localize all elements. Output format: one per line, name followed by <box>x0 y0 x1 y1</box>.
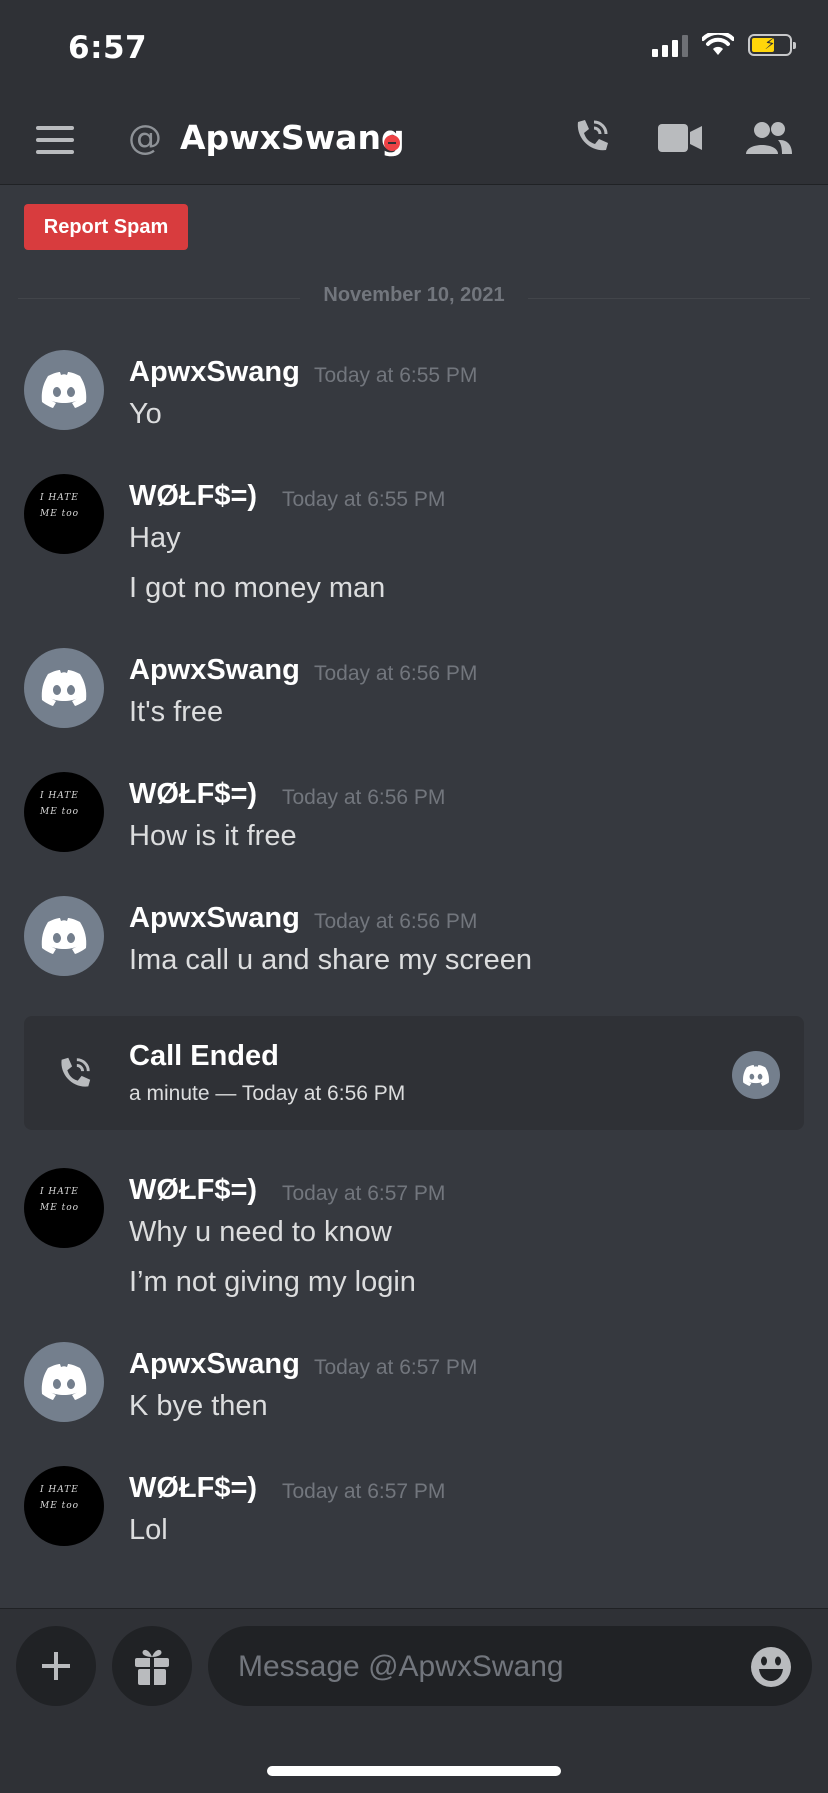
avatar[interactable] <box>24 648 104 728</box>
avatar[interactable]: I HATE ME too <box>24 1466 104 1546</box>
dnd-status-icon <box>384 135 400 151</box>
status-time: 6:57 <box>68 30 148 66</box>
message-timestamp: Today at 6:56 PM <box>282 786 446 809</box>
members-icon[interactable] <box>744 120 792 156</box>
message-text: Hay <box>129 522 181 554</box>
message-timestamp: Today at 6:55 PM <box>314 364 478 387</box>
message-timestamp: Today at 6:56 PM <box>314 662 478 685</box>
call-ended-card: Call Ended a minute — Today at 6:56 PM <box>24 1016 804 1130</box>
plus-icon <box>42 1652 70 1680</box>
message-author[interactable]: ApwxSwang <box>129 1348 300 1381</box>
avatar-text: ME too <box>40 509 80 519</box>
message-author[interactable]: ApwxSwang <box>129 902 300 935</box>
at-icon: @ <box>128 118 162 158</box>
video-call-icon[interactable] <box>658 122 702 154</box>
call-participant-avatar[interactable] <box>732 1051 780 1099</box>
message-text: Yo <box>129 398 162 430</box>
message-author[interactable]: WØŁF$=) <box>129 1174 257 1207</box>
avatar-text: ME too <box>40 1203 80 1213</box>
discord-logo-icon <box>41 1364 87 1400</box>
report-spam-button[interactable]: Report Spam <box>24 204 188 250</box>
gift-icon <box>135 1649 169 1685</box>
voice-call-icon[interactable] <box>570 116 612 158</box>
avatar-text: I HATE <box>40 791 79 801</box>
cellular-signal-icon <box>652 33 688 57</box>
avatar-text: ME too <box>40 1501 80 1511</box>
message-text: Why u need to know <box>129 1216 392 1248</box>
avatar-text: I HATE <box>40 493 79 503</box>
message-author[interactable]: ApwxSwang <box>129 356 300 389</box>
avatar-text: ME too <box>40 807 80 817</box>
message-timestamp: Today at 6:57 PM <box>282 1480 446 1503</box>
message-text: I’m not giving my login <box>129 1266 416 1298</box>
message-timestamp: Today at 6:56 PM <box>314 910 478 933</box>
add-attachment-button[interactable] <box>16 1626 96 1706</box>
message-text: Lol <box>129 1514 168 1546</box>
message-text: K bye then <box>129 1390 268 1422</box>
avatar[interactable] <box>24 350 104 430</box>
avatar[interactable] <box>24 896 104 976</box>
message-text: How is it free <box>129 820 297 852</box>
battery-charging-icon: ⚡ <box>748 34 796 56</box>
date-divider-label: November 10, 2021 <box>300 284 528 307</box>
wifi-icon <box>702 33 734 55</box>
top-bar: 6:57 ⚡ @ ApwxSwang <box>0 0 828 185</box>
message-timestamp: Today at 6:55 PM <box>282 488 446 511</box>
message-author[interactable]: WØŁF$=) <box>129 480 257 513</box>
message-text: It's free <box>129 696 224 728</box>
home-indicator[interactable] <box>267 1766 561 1776</box>
menu-icon[interactable] <box>36 126 74 162</box>
message-input[interactable] <box>236 1626 720 1708</box>
gift-button[interactable] <box>112 1626 192 1706</box>
message-input-container <box>208 1626 812 1708</box>
message-timestamp: Today at 6:57 PM <box>282 1182 446 1205</box>
avatar-text: I HATE <box>40 1187 79 1197</box>
avatar[interactable]: I HATE ME too <box>24 1168 104 1248</box>
avatar[interactable] <box>24 1342 104 1422</box>
message-author[interactable]: ApwxSwang <box>129 654 300 687</box>
message-author[interactable]: WØŁF$=) <box>129 778 257 811</box>
message-text: Ima call u and share my screen <box>129 944 532 976</box>
discord-logo-icon <box>41 918 87 954</box>
call-title: Call Ended <box>129 1040 279 1072</box>
avatar[interactable]: I HATE ME too <box>24 474 104 554</box>
message-author[interactable]: WØŁF$=) <box>129 1472 257 1505</box>
call-ended-phone-icon <box>61 1057 91 1087</box>
avatar[interactable]: I HATE ME too <box>24 772 104 852</box>
message-text: I got no money man <box>129 572 386 604</box>
discord-logo-icon <box>41 670 87 706</box>
discord-logo-icon <box>41 372 87 408</box>
channel-title[interactable]: ApwxSwang <box>180 118 405 157</box>
emoji-icon[interactable] <box>750 1646 792 1688</box>
message-timestamp: Today at 6:57 PM <box>314 1356 478 1379</box>
status-icons: ⚡ <box>652 33 796 57</box>
discord-logo-icon <box>743 1064 769 1086</box>
call-subtitle: a minute — Today at 6:56 PM <box>129 1082 406 1105</box>
avatar-text: I HATE <box>40 1485 79 1495</box>
